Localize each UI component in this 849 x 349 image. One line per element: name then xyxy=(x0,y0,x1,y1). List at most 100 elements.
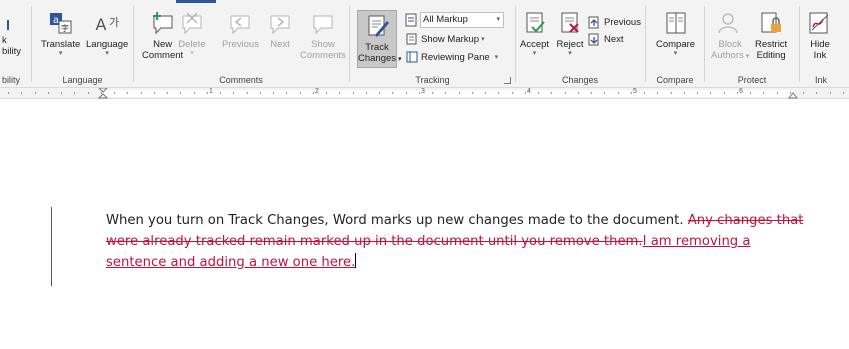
chevron-down-icon: ▾ xyxy=(396,56,402,63)
ruler-tick xyxy=(260,92,261,94)
ruler-tick xyxy=(816,92,817,94)
block-authors-label-line1: Block xyxy=(718,39,742,50)
translate-button[interactable]: a 字 Translate ▾ xyxy=(41,10,80,58)
ruler-tick xyxy=(74,92,75,94)
block-authors-button[interactable]: Block Authors ▾ xyxy=(711,10,749,62)
reviewing-pane-icon xyxy=(406,51,418,63)
ruler-tick xyxy=(127,92,128,94)
ruler-tick xyxy=(763,92,764,94)
next-change-button[interactable]: Next xyxy=(588,31,624,47)
ruler-tick xyxy=(830,92,831,94)
svg-text:가: 가 xyxy=(109,16,119,29)
next-comment-button[interactable]: Next xyxy=(266,10,294,50)
restrict-editing-label-line1: Restrict xyxy=(755,39,788,50)
delete-comment-icon xyxy=(182,12,202,35)
track-changes-label-line2: Changes xyxy=(358,53,397,64)
ruler-tick xyxy=(604,92,605,94)
document-paragraph[interactable]: When you turn on Track Changes, Word mar… xyxy=(106,210,806,273)
ruler-tick xyxy=(247,92,248,94)
track-changes-button[interactable]: Track Changes ▾ xyxy=(357,10,402,68)
new-comment-label-line1: New xyxy=(153,39,173,50)
ruler-tick xyxy=(697,92,698,94)
hide-ink-icon xyxy=(809,12,829,34)
ruler-tick xyxy=(657,92,658,94)
accept-button[interactable]: Accept ▾ xyxy=(520,10,549,58)
next-change-label: Next xyxy=(604,33,624,45)
previous-comment-button[interactable]: Previous xyxy=(222,10,259,50)
chevron-down-icon: ▾ xyxy=(568,50,572,57)
ruler-tick xyxy=(379,92,380,94)
ruler-tick xyxy=(432,92,433,94)
ruler-tick xyxy=(419,92,420,94)
compare-group: Compare ▾ Compare xyxy=(646,0,704,88)
compare-group-label: Compare xyxy=(656,75,694,85)
left-indent-marker-icon[interactable] xyxy=(98,88,108,99)
comments-group-label: Comments xyxy=(219,75,263,85)
hide-ink-label-line1: Hide xyxy=(810,39,830,50)
ruler-number: 6 xyxy=(739,88,743,95)
ruler-tick xyxy=(498,92,499,94)
ruler-tick xyxy=(591,92,592,94)
block-authors-label-line2: Authors xyxy=(711,50,744,61)
new-comment-icon xyxy=(152,12,173,35)
normal-text: When you turn on Track Changes, Word mar… xyxy=(106,213,688,228)
ruler-tick xyxy=(485,92,486,94)
ruler-tick xyxy=(406,92,407,94)
restrict-editing-button[interactable]: Restrict Editing xyxy=(755,10,787,61)
language-group-label: Language xyxy=(62,75,103,85)
show-markup-label: Show Markup xyxy=(421,33,480,45)
ruler-tick xyxy=(644,92,645,94)
hide-ink-label-line2: Ink xyxy=(813,50,827,61)
show-comments-label-line2: Comments xyxy=(300,50,346,61)
ruler-tick xyxy=(737,92,738,94)
accessibility-icon xyxy=(7,20,9,30)
ruler-number: 3 xyxy=(421,88,425,95)
compare-label: Compare xyxy=(656,39,696,50)
previous-comment-icon xyxy=(230,15,250,35)
ruler-tick xyxy=(843,92,844,94)
restrict-editing-label-line2: Editing xyxy=(756,50,786,61)
ruler-tick xyxy=(114,92,115,94)
previous-change-button[interactable]: Previous xyxy=(588,14,641,30)
reviewing-pane-button[interactable]: Reviewing Pane ▾ xyxy=(406,49,498,65)
ruler-tick xyxy=(8,92,9,94)
check-accessibility-button[interactable]: k bility xyxy=(2,18,21,57)
translate-icon: a 字 xyxy=(49,13,72,34)
lock-icon xyxy=(761,12,782,33)
chevron-down-icon: ▾ xyxy=(673,50,678,57)
text-cursor xyxy=(355,253,357,268)
hide-ink-button[interactable]: Hide Ink xyxy=(806,10,834,61)
ink-group-label: Ink xyxy=(814,75,827,85)
chevron-down-icon: ▾ xyxy=(58,50,63,57)
markup-view-dropdown[interactable]: All Markup ▾ xyxy=(420,12,504,28)
ruler-tick xyxy=(472,92,473,94)
new-comment-button[interactable]: New Comment xyxy=(142,10,183,61)
ruler-number: 2 xyxy=(315,88,319,95)
language-button[interactable]: A 가 Language ▾ xyxy=(86,10,128,58)
ruler-tick xyxy=(88,92,89,94)
previous-label: Previous xyxy=(222,39,259,50)
ruler-tick xyxy=(326,92,327,94)
ruler-tick xyxy=(724,92,725,94)
ruler-tick xyxy=(790,92,791,94)
ruler-tick xyxy=(366,92,367,94)
ruler-tick xyxy=(286,92,287,94)
reject-label: Reject xyxy=(556,39,584,50)
ruler-tick xyxy=(353,92,354,94)
reject-button[interactable]: Reject ▾ xyxy=(556,10,584,58)
track-changes-icon xyxy=(368,15,389,37)
show-comments-label-line1: Show xyxy=(311,39,335,50)
show-markup-button[interactable]: Show Markup ▾ xyxy=(406,31,485,47)
previous-change-icon xyxy=(588,16,599,28)
chevron-down-icon: ▾ xyxy=(494,54,499,61)
horizontal-ruler[interactable]: 1 2 3 4 5 6 xyxy=(0,88,849,99)
show-comments-button[interactable]: Show Comments xyxy=(300,10,346,61)
compare-button[interactable]: Compare ▾ xyxy=(656,10,695,58)
next-comment-icon xyxy=(270,15,290,35)
ruler-tick xyxy=(273,92,274,94)
ruler-tick xyxy=(459,92,460,94)
tracking-dialog-launcher-icon[interactable] xyxy=(504,77,511,84)
delete-comment-button[interactable]: Delete ▾ xyxy=(178,10,206,58)
accessibility-label-line2: bility xyxy=(2,46,22,57)
ruler-tick xyxy=(220,92,221,94)
